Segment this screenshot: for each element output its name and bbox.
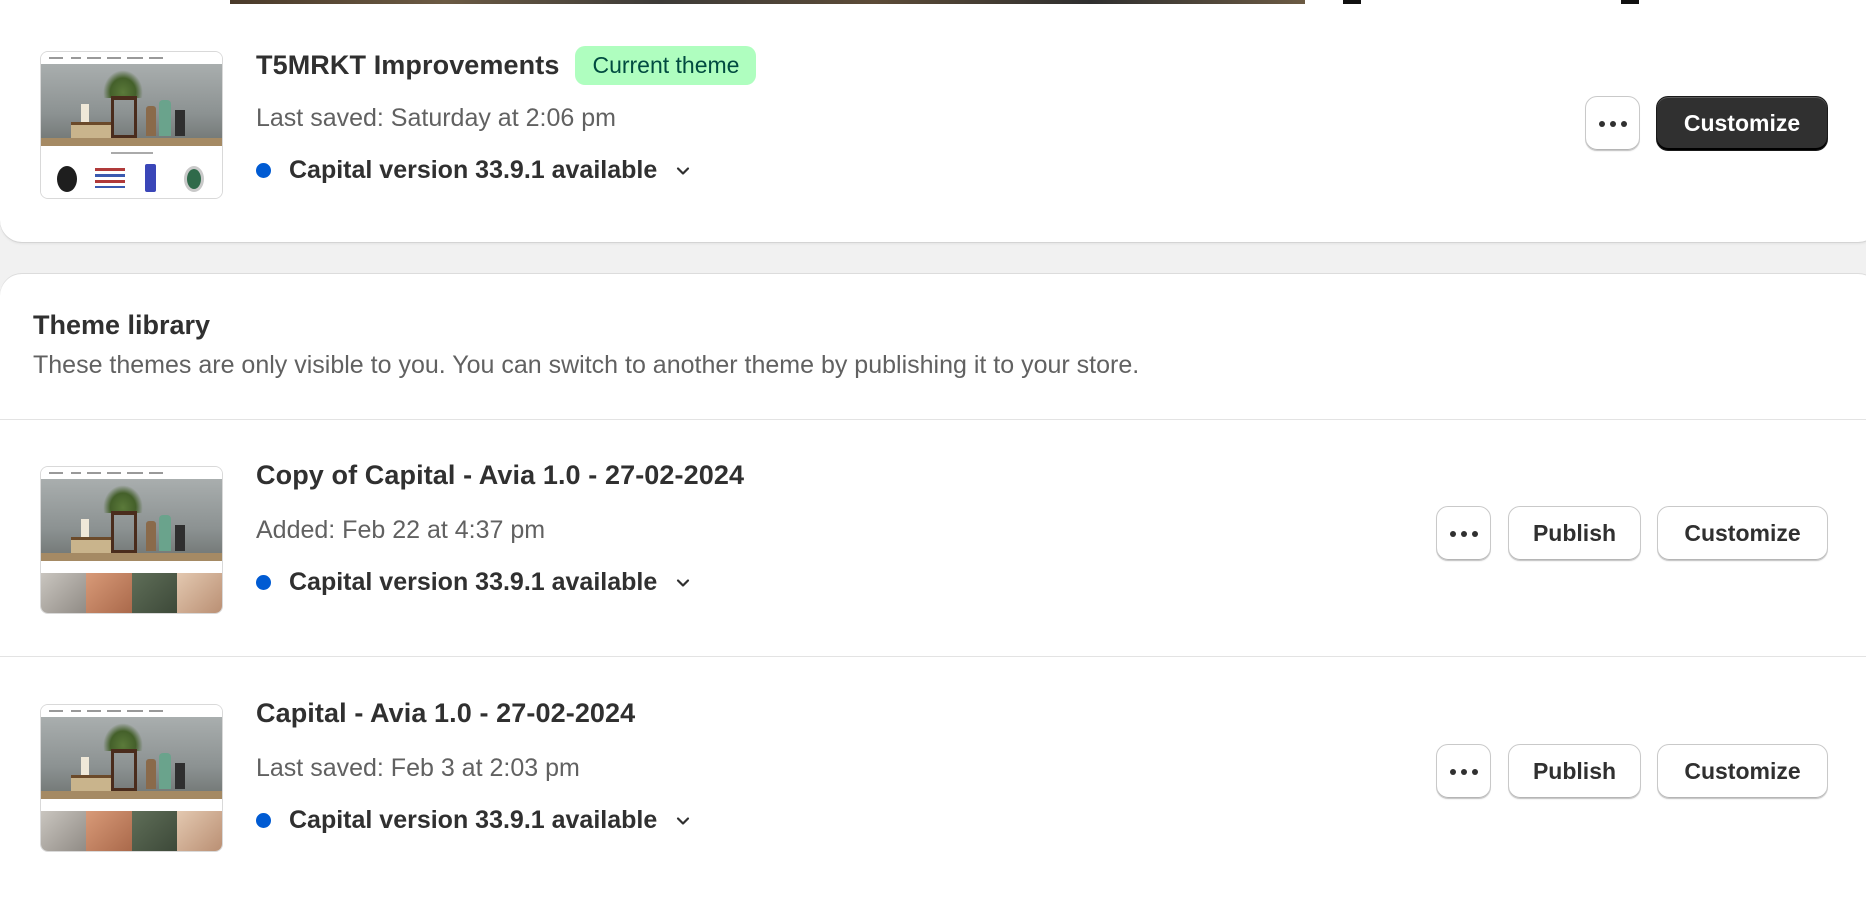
theme-added-date: Added: Feb 22 at 4:37 pm (256, 516, 546, 544)
publish-button[interactable]: Publish (1508, 506, 1641, 561)
chevron-down-icon (677, 816, 690, 825)
theme-name: T5MRKT Improvements (256, 50, 560, 80)
publish-button[interactable]: Publish (1508, 744, 1641, 799)
more-actions-icon (1449, 530, 1478, 537)
theme-thumbnail[interactable] (40, 704, 223, 852)
theme-last-saved: Last saved: Saturday at 2:06 pm (256, 104, 616, 132)
theme-title-line: T5MRKT Improvements Current theme (256, 46, 757, 85)
divider (0, 656, 1866, 657)
version-available-toggle[interactable]: Capital version 33.9.1 available (256, 568, 693, 597)
theme-title-line: Copy of Capital - Avia 1.0 - 27-02-2024 (256, 460, 744, 491)
version-available-toggle[interactable]: Capital version 33.9.1 available (256, 156, 693, 185)
theme-name: Copy of Capital - Avia 1.0 - 27-02-2024 (256, 460, 745, 490)
version-label: Capital version 33.9.1 available (289, 156, 658, 184)
customize-button[interactable]: Customize (1657, 744, 1828, 799)
info-dot-icon (256, 163, 271, 178)
library-theme-row: Copy of Capital - Avia 1.0 - 27-02-2024 … (0, 420, 1866, 656)
current-theme-row: T5MRKT Improvements Current theme Last s… (0, 6, 1866, 242)
version-available-toggle[interactable]: Capital version 33.9.1 available (256, 806, 693, 835)
banner-image-secondary (1343, 0, 1639, 4)
theme-name: Capital - Avia 1.0 - 27-02-2024 (256, 698, 636, 728)
theme-library-card: Theme library These themes are only visi… (0, 274, 1866, 914)
version-label: Capital version 33.9.1 available (289, 568, 658, 596)
chevron-down-icon (677, 166, 690, 175)
more-actions-icon (1449, 768, 1478, 775)
theme-thumbnail[interactable] (40, 466, 223, 614)
theme-thumbnail[interactable] (40, 51, 223, 199)
customize-button[interactable]: Customize (1657, 506, 1828, 561)
theme-last-saved: Last saved: Feb 3 at 2:03 pm (256, 754, 580, 782)
current-theme-badge: Current theme (575, 46, 757, 85)
current-theme-card: T5MRKT Improvements Current theme Last s… (0, 6, 1866, 242)
info-dot-icon (256, 575, 271, 590)
theme-library-title: Theme library (33, 310, 211, 340)
theme-library-description: These themes are only visible to you. Yo… (33, 351, 1140, 379)
info-dot-icon (256, 813, 271, 828)
library-theme-row: Capital - Avia 1.0 - 27-02-2024 Last sav… (0, 658, 1866, 894)
more-actions-button[interactable] (1436, 506, 1491, 561)
more-actions-button[interactable] (1436, 744, 1491, 799)
banner-image (230, 0, 1305, 4)
more-actions-icon (1598, 120, 1627, 127)
chevron-down-icon (677, 578, 690, 587)
customize-button[interactable]: Customize (1656, 96, 1828, 151)
theme-title-line: Capital - Avia 1.0 - 27-02-2024 (256, 698, 635, 729)
more-actions-button[interactable] (1585, 96, 1640, 151)
version-label: Capital version 33.9.1 available (289, 806, 658, 834)
theme-library-header: Theme library These themes are only visi… (33, 310, 1139, 380)
